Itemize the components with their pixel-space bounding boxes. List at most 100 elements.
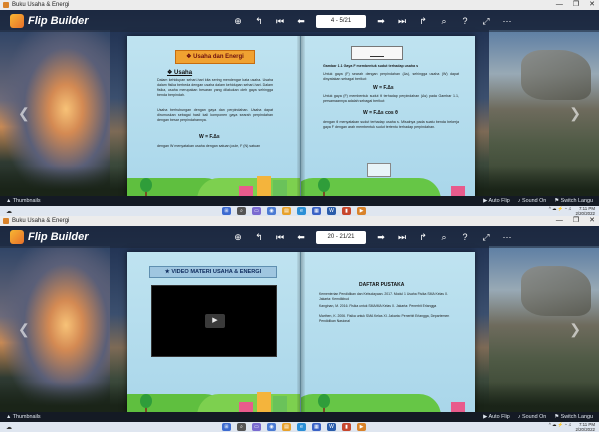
search-taskbar-icon[interactable]: ⌕ [237,207,246,215]
start-icon[interactable]: ⊞ [222,423,231,431]
page-number-field[interactable]: 4 - 5/21 [316,14,366,28]
share-icon[interactable]: ↱ [417,230,429,244]
reference-item: Kanginan, M. 2016. Fisika untuk SMA/MA K… [319,304,437,308]
right-page[interactable]: Gambar 1.1 Gaya F membentuk sudut terhad… [301,36,475,200]
chat-icon[interactable]: ◉ [267,423,276,431]
task-view-icon[interactable]: ▭ [252,207,261,215]
brand-logo: Flip Builder [10,230,89,244]
flip-right-icon[interactable]: ❯ [569,105,581,122]
viewer-toolbar: ⊕ ↰ ⏮ ⬅ 20 - 21/21 ➡ ⏭ ↱ ⌕ ? ⤢ ⋯ [232,230,513,244]
search-icon[interactable]: ⌕ [438,14,450,28]
chapter-banner: ❖ Usaha dan Energi [175,50,255,64]
sound-button[interactable]: ♪ Sound On [518,412,546,422]
flip-left-icon[interactable]: ❮ [18,105,30,122]
next-page-icon[interactable]: ➡ [375,230,387,244]
back-icon[interactable]: ↰ [253,230,265,244]
windows-taskbar: ☁ ⊞ ⌕ ▭ ◉ ▤ e ▦ W ▮ ▶ ^ ☁ ⚡ ◔ ♫ 7:11 PM 2… [0,206,599,216]
flipbook-viewer: Flip Builder ⊕ ↰ ⏮ ⬅ 4 - 5/21 ➡ ⏭ ↱ ⌕ ? … [0,10,599,206]
last-page-icon[interactable]: ⏭ [396,230,408,244]
edge-icon[interactable]: e [297,423,306,431]
first-page-icon[interactable]: ⏮ [274,14,286,28]
book-spread[interactable]: ❖ Usaha dan Energi ❖ Usaha Dalam kehidup… [127,36,475,200]
maximize-icon[interactable]: ❐ [573,0,579,10]
flip-right-icon[interactable]: ❯ [569,321,581,338]
file-explorer-icon[interactable]: ▤ [282,207,291,215]
app-icon-red[interactable]: ▮ [342,207,351,215]
window-title: Buku Usaha & Energi [12,218,70,224]
share-icon[interactable]: ↱ [417,14,429,28]
widgets-icon[interactable]: ☁ [6,208,12,215]
taskbar-apps: ⊞ ⌕ ▭ ◉ ▤ e ▦ W ▮ ▶ [222,207,366,215]
viewer-header: Flip Builder ⊕ ↰ ⏮ ⬅ 20 - 21/21 ➡ ⏭ ↱ ⌕ … [0,226,599,248]
formula-2: W = F.Δs cos θ [363,110,398,116]
edge-icon[interactable]: e [297,207,306,215]
video-title: ★ VIDEO MATERI USAHA & ENERGI [149,266,277,278]
book-spread[interactable]: ★ VIDEO MATERI USAHA & ENERGI ▶ DAFTAR P… [127,252,475,416]
app-icon-red[interactable]: ▮ [342,423,351,431]
file-explorer-icon[interactable]: ▤ [282,423,291,431]
play-icon[interactable]: ▶ [205,314,225,328]
more-icon[interactable]: ⋯ [501,230,513,244]
right-page[interactable]: DAFTAR PUSTAKA Kementerian Pendidikan da… [301,252,475,416]
close-icon[interactable]: ✕ [589,216,595,226]
sound-button[interactable]: ♪ Sound On [518,196,546,206]
start-icon[interactable]: ⊞ [222,207,231,215]
widgets-icon[interactable]: ☁ [6,424,12,431]
thumbnails-button[interactable]: ▲ Thumbnails [6,196,41,206]
chat-icon[interactable]: ◉ [267,207,276,215]
close-icon[interactable]: ✕ [589,0,595,10]
video-player[interactable]: ▶ [151,285,277,357]
flipbuilder-taskbar-icon[interactable]: ▶ [357,207,366,215]
first-page-icon[interactable]: ⏮ [274,230,286,244]
word-icon[interactable]: W [327,207,336,215]
flip-left-icon[interactable]: ❮ [18,321,30,338]
zoom-icon[interactable]: ⊕ [232,14,244,28]
thumbnails-button[interactable]: ▲ Thumbnails [6,412,41,422]
reference-item: Marthen, K. 2006. Fisika untuk SMA Kelas… [319,314,450,323]
clock[interactable]: 7:11 PM 2/20/2022 [575,206,595,216]
prev-page-icon[interactable]: ⬅ [295,230,307,244]
minimize-icon[interactable]: — [556,0,563,10]
tray-icons[interactable]: ^ ☁ ⚡ ◔ ♫ [549,206,572,216]
paragraph-5: dengan θ menyatakan sudut terhadap usaha… [323,120,459,129]
more-icon[interactable]: ⋯ [501,14,513,28]
minimize-icon[interactable]: — [556,216,563,226]
fullscreen-icon[interactable]: ⤢ [480,230,492,244]
clock[interactable]: 7:11 PM 2/20/2022 [575,422,595,432]
fullscreen-icon[interactable]: ⤢ [480,14,492,28]
auto-flip-button[interactable]: ▶ Auto Flip [483,196,510,206]
brand-name: Flip Builder [28,231,89,243]
store-icon[interactable]: ▦ [312,207,321,215]
paragraph-2: Usaha berhubungan dengan gaya dan perpin… [157,108,273,122]
zoom-icon[interactable]: ⊕ [232,230,244,244]
prev-page-icon[interactable]: ⬅ [295,14,307,28]
task-view-icon[interactable]: ▭ [252,423,261,431]
background-rock [521,50,591,100]
flipbuilder-logo-icon [10,230,24,244]
screenshot-bottom: Buku Usaha & Energi — ❐ ✕ Flip Builder ⊕… [0,216,599,432]
next-page-icon[interactable]: ➡ [375,14,387,28]
language-button[interactable]: ⚑ Switch Langu [554,412,593,422]
last-page-icon[interactable]: ⏭ [396,14,408,28]
help-icon[interactable]: ? [459,230,471,244]
language-button[interactable]: ⚑ Switch Langu [554,196,593,206]
system-tray: ^ ☁ ⚡ ◔ ♫ 7:11 PM 2/20/2022 [549,422,595,432]
tray-icons[interactable]: ^ ☁ ⚡ ◔ ♫ [549,422,572,432]
help-icon[interactable]: ? [459,14,471,28]
back-icon[interactable]: ↰ [253,14,265,28]
left-page[interactable]: ❖ Usaha dan Energi ❖ Usaha Dalam kehidup… [127,36,301,200]
search-taskbar-icon[interactable]: ⌕ [237,423,246,431]
flipbuilder-taskbar-icon[interactable]: ▶ [357,423,366,431]
viewer-header: Flip Builder ⊕ ↰ ⏮ ⬅ 4 - 5/21 ➡ ⏭ ↱ ⌕ ? … [0,10,599,32]
formula-caption: dengan W menyatakan usaha dengan satuan … [157,144,261,148]
search-icon[interactable]: ⌕ [438,230,450,244]
page-number-field[interactable]: 20 - 21/21 [316,230,366,244]
maximize-icon[interactable]: ❐ [573,216,579,226]
viewer-bottom-bar: ▲ Thumbnails ▶ Auto Flip ♪ Sound On ⚑ Sw… [0,412,599,422]
left-page[interactable]: ★ VIDEO MATERI USAHA & ENERGI ▶ [127,252,301,416]
word-icon[interactable]: W [327,423,336,431]
formula: W = F.Δs [199,134,220,140]
store-icon[interactable]: ▦ [312,423,321,431]
system-tray: ^ ☁ ⚡ ◔ ♫ 7:11 PM 2/20/2022 [549,206,595,216]
auto-flip-button[interactable]: ▶ Auto Flip [483,412,510,422]
